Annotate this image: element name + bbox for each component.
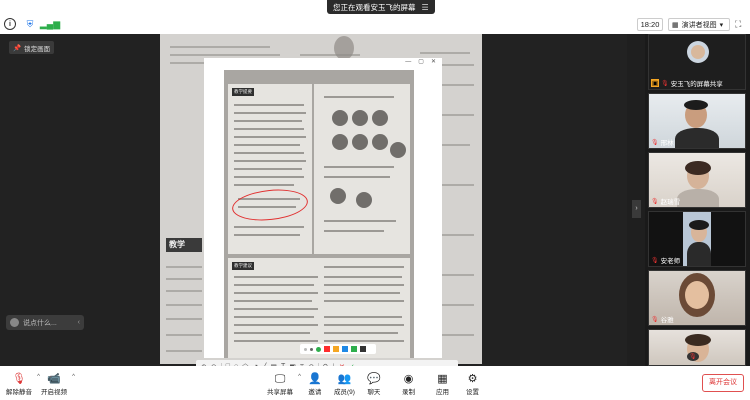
maximize-icon[interactable]: ▢ xyxy=(418,58,424,67)
chat-placeholder: 说点什么... xyxy=(23,319,57,327)
chevron-up-icon[interactable]: ^ xyxy=(37,374,40,380)
mute-button[interactable]: 🎙 解除静音 ^ xyxy=(6,372,40,396)
participant-name: 安玉飞的屏幕共享 xyxy=(670,81,723,88)
video-label: 开启视频 xyxy=(41,389,67,396)
invite-label: 邀请 xyxy=(308,389,322,396)
pen-size-dot[interactable] xyxy=(310,347,313,351)
inner-photo-window: — ▢ ✕ 教学提要 教学建议 xyxy=(204,58,442,358)
invite-button[interactable]: 👤 邀请 xyxy=(308,372,322,396)
cartoon-illustration xyxy=(334,36,354,60)
screen-share-icon: ▣ xyxy=(651,79,660,87)
members-button[interactable]: 👥 成员(9) xyxy=(334,372,355,396)
section-label: 教学建议 xyxy=(232,262,254,270)
participant-name: 安老师 xyxy=(660,258,681,265)
apps-button[interactable]: ▦ 应用 xyxy=(436,372,449,396)
members-icon: 👥 xyxy=(337,373,352,385)
participant-tile[interactable]: 🎙 谷雅 xyxy=(648,270,746,326)
participant-gallery: ▣ 🎙 安玉飞的屏幕共享 🎙 邢林 🎙 赵瑞雪 🎙 安老师 🎙 谷雅 🎙 xyxy=(645,34,750,366)
share-screen-button[interactable]: 🖵 共享屏幕 ^ xyxy=(267,372,301,396)
color-swatch[interactable] xyxy=(324,346,330,352)
pen-size-dot[interactable] xyxy=(304,347,307,351)
chat-label: 聊天 xyxy=(367,389,381,396)
chevron-up-icon[interactable]: ^ xyxy=(298,374,301,380)
record-label: 录制 xyxy=(402,389,415,396)
share-screen-icon: 🖵 xyxy=(274,373,286,385)
video-off-icon: 📹 xyxy=(47,373,61,385)
info-icon[interactable]: i xyxy=(4,18,16,30)
apps-icon: ▦ xyxy=(437,373,448,385)
color-swatch[interactable] xyxy=(342,346,348,352)
view-mode-select[interactable]: ▦ 演讲者视图 ▾ xyxy=(668,18,730,31)
chevron-left-icon[interactable]: ‹ xyxy=(78,319,80,326)
participant-name: 谷雅 xyxy=(660,317,674,324)
meeting-time: 18:20 xyxy=(637,18,663,31)
mic-muted-icon: 🎙 xyxy=(651,198,659,205)
top-bar: 您正在观看安玉飞的屏幕 ☰ i ⛨ ▂▄▆ 18:20 ▦ 演讲者视图 ▾ ⛶ xyxy=(0,0,750,34)
menu-icon[interactable]: ☰ xyxy=(422,3,429,12)
gear-icon: ⚙ xyxy=(467,373,478,385)
mic-muted-icon: 🎙 xyxy=(651,139,659,146)
mic-muted-icon: 🎙 xyxy=(12,373,26,385)
close-icon[interactable]: ✕ xyxy=(431,58,436,67)
color-swatch[interactable] xyxy=(360,346,366,352)
mic-muted-icon: 🎙 xyxy=(651,316,659,323)
chat-input-pill[interactable]: 说点什么... ‹ xyxy=(6,315,84,330)
lock-screen-button[interactable]: 📌 锁定画面 xyxy=(9,41,55,54)
mic-muted-icon: 🎙 xyxy=(661,80,669,87)
lock-screen-label: 锁定画面 xyxy=(24,45,51,53)
collapse-gallery-button[interactable]: › xyxy=(632,200,641,218)
participant-tile[interactable]: 🎙 安老师 xyxy=(648,211,746,267)
minimize-icon[interactable]: — xyxy=(405,58,411,67)
settings-label: 设置 xyxy=(466,389,479,396)
banner-text: 您正在观看安玉飞的屏幕 xyxy=(333,2,416,12)
participant-name: 邢林 xyxy=(660,140,674,147)
participant-name: 赵瑞雪 xyxy=(660,199,681,206)
record-icon: ◉ xyxy=(403,373,414,385)
fullscreen-icon[interactable]: ⛶ xyxy=(735,19,741,30)
color-swatch[interactable] xyxy=(333,346,339,352)
members-label: 成员(9) xyxy=(334,389,355,396)
chevron-up-icon[interactable]: ^ xyxy=(72,374,75,380)
grid-icon: ▦ xyxy=(672,21,679,29)
screen-share-banner[interactable]: 您正在观看安玉飞的屏幕 ☰ xyxy=(327,0,435,14)
participant-tile[interactable]: 🎙 赵瑞雪 xyxy=(648,152,746,208)
inner-window-titlebar: — ▢ ✕ xyxy=(204,58,442,67)
leave-meeting-button[interactable]: 离开会议 xyxy=(702,374,744,392)
textbook-photo: 教学提要 教学建议 xyxy=(224,70,414,358)
pen-size-dot[interactable] xyxy=(316,346,321,352)
chat-button[interactable]: 💬 聊天 xyxy=(367,372,381,396)
signal-icon[interactable]: ▂▄▆ xyxy=(40,18,60,30)
mic-muted-icon: 🎙 xyxy=(651,257,659,264)
pin-icon: 📌 xyxy=(13,44,22,52)
section-label: 教学提要 xyxy=(232,88,254,96)
shield-icon[interactable]: ⛨ xyxy=(24,18,36,30)
participant-tile[interactable]: 🎙 邢林 xyxy=(648,93,746,149)
color-palette[interactable] xyxy=(300,344,376,354)
book-section-title: 教学 xyxy=(166,238,202,252)
settings-button[interactable]: ⚙ 设置 xyxy=(466,372,479,396)
meeting-toolbar: 🎙 解除静音 ^ 📹 开启视频 ^ 🖵 共享屏幕 ^ 👤 邀请 👥 成员(9) … xyxy=(0,366,750,400)
participant-tile[interactable]: 🎙 xyxy=(648,329,746,366)
apps-label: 应用 xyxy=(436,389,449,396)
chat-icon: 💬 xyxy=(367,373,381,385)
mic-muted-icon: 🎙 xyxy=(687,352,699,361)
chevron-down-icon: ▾ xyxy=(719,21,724,29)
color-swatch[interactable] xyxy=(351,346,357,352)
video-button[interactable]: 📹 开启视频 ^ xyxy=(41,372,75,396)
participant-tile[interactable]: ▣ 🎙 安玉飞的屏幕共享 xyxy=(648,34,746,90)
record-button[interactable]: ◉ 录制 xyxy=(402,372,415,396)
view-mode-label: 演讲者视图 xyxy=(681,21,717,29)
add-user-icon: 👤 xyxy=(308,373,322,385)
mute-label: 解除静音 xyxy=(6,389,32,396)
share-label: 共享屏幕 xyxy=(267,389,293,396)
avatar xyxy=(10,318,19,327)
